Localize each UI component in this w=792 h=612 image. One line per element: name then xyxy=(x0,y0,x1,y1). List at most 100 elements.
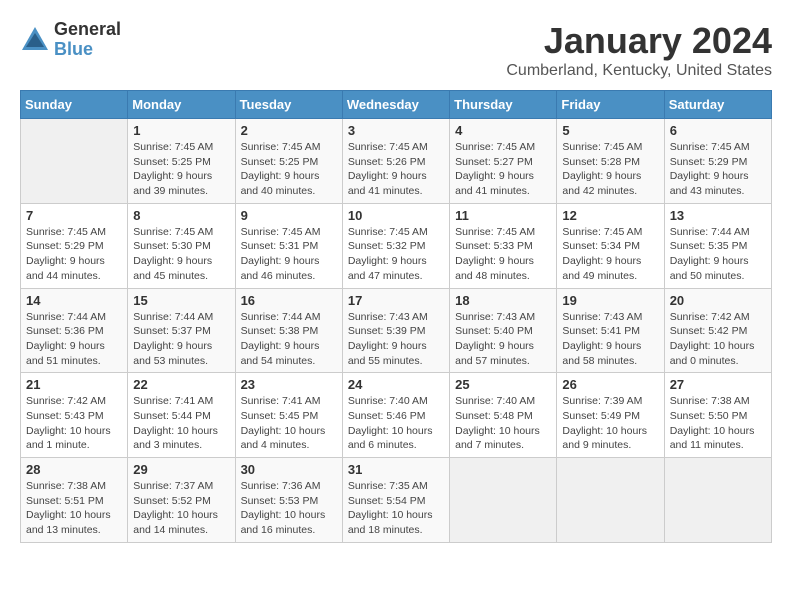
day-info: Sunrise: 7:43 AMSunset: 5:40 PMDaylight:… xyxy=(455,310,551,369)
calendar-cell xyxy=(557,458,664,543)
day-info: Sunrise: 7:45 AMSunset: 5:25 PMDaylight:… xyxy=(133,140,229,199)
day-number: 5 xyxy=(562,123,658,138)
day-number: 30 xyxy=(241,462,337,477)
weekday-header-sunday: Sunday xyxy=(21,91,128,119)
calendar-cell: 12 Sunrise: 7:45 AMSunset: 5:34 PMDayligh… xyxy=(557,203,664,288)
day-number: 14 xyxy=(26,293,122,308)
calendar-week-4: 21 Sunrise: 7:42 AMSunset: 5:43 PMDayligh… xyxy=(21,373,772,458)
calendar-week-1: 1 Sunrise: 7:45 AMSunset: 5:25 PMDaylight… xyxy=(21,119,772,204)
day-info: Sunrise: 7:35 AMSunset: 5:54 PMDaylight:… xyxy=(348,479,444,538)
day-number: 31 xyxy=(348,462,444,477)
calendar-cell: 8Sunrise: 7:45 AMSunset: 5:30 PMDaylight… xyxy=(128,203,235,288)
calendar-cell: 6 Sunrise: 7:45 AMSunset: 5:29 PMDaylight… xyxy=(664,119,771,204)
day-info: Sunrise: 7:41 AMSunset: 5:45 PMDaylight:… xyxy=(241,394,337,453)
calendar-cell: 21 Sunrise: 7:42 AMSunset: 5:43 PMDayligh… xyxy=(21,373,128,458)
weekday-header-friday: Friday xyxy=(557,91,664,119)
calendar-cell: 16Sunrise: 7:44 AMSunset: 5:38 PMDayligh… xyxy=(235,288,342,373)
main-title: January 2024 xyxy=(506,20,772,62)
calendar-cell: 29 Sunrise: 7:37 AMSunset: 5:52 PMDayligh… xyxy=(128,458,235,543)
weekday-header-wednesday: Wednesday xyxy=(342,91,449,119)
day-info: Sunrise: 7:41 AMSunset: 5:44 PMDaylight:… xyxy=(133,394,229,453)
weekday-header-thursday: Thursday xyxy=(450,91,557,119)
day-number: 4 xyxy=(455,123,551,138)
day-number: 7 xyxy=(26,208,122,223)
day-number: 6 xyxy=(670,123,766,138)
calendar-cell xyxy=(21,119,128,204)
calendar-cell: 5Sunrise: 7:45 AMSunset: 5:28 PMDaylight… xyxy=(557,119,664,204)
weekday-header-monday: Monday xyxy=(128,91,235,119)
calendar-cell: 4 Sunrise: 7:45 AMSunset: 5:27 PMDaylight… xyxy=(450,119,557,204)
day-info: Sunrise: 7:43 AMSunset: 5:41 PMDaylight:… xyxy=(562,310,658,369)
calendar-cell: 3Sunrise: 7:45 AMSunset: 5:26 PMDaylight… xyxy=(342,119,449,204)
day-number: 28 xyxy=(26,462,122,477)
day-info: Sunrise: 7:37 AMSunset: 5:52 PMDaylight:… xyxy=(133,479,229,538)
calendar-cell: 1 Sunrise: 7:45 AMSunset: 5:25 PMDaylight… xyxy=(128,119,235,204)
calendar-cell: 14 Sunrise: 7:44 AMSunset: 5:36 PMDayligh… xyxy=(21,288,128,373)
title-block: January 2024 Cumberland, Kentucky, Unite… xyxy=(506,20,772,80)
day-number: 25 xyxy=(455,377,551,392)
day-info: Sunrise: 7:45 AMSunset: 5:32 PMDaylight:… xyxy=(348,225,444,284)
day-number: 9 xyxy=(241,208,337,223)
day-info: Sunrise: 7:42 AMSunset: 5:43 PMDaylight:… xyxy=(26,394,122,453)
calendar-cell: 10 Sunrise: 7:45 AMSunset: 5:32 PMDayligh… xyxy=(342,203,449,288)
day-info: Sunrise: 7:44 AMSunset: 5:36 PMDaylight:… xyxy=(26,310,122,369)
calendar-cell: 30 Sunrise: 7:36 AMSunset: 5:53 PMDayligh… xyxy=(235,458,342,543)
calendar-cell: 28 Sunrise: 7:38 AMSunset: 5:51 PMDayligh… xyxy=(21,458,128,543)
day-number: 29 xyxy=(133,462,229,477)
calendar-cell: 11Sunrise: 7:45 AMSunset: 5:33 PMDayligh… xyxy=(450,203,557,288)
logo-blue-text: Blue xyxy=(54,40,121,60)
day-number: 21 xyxy=(26,377,122,392)
day-number: 3 xyxy=(348,123,444,138)
day-number: 16 xyxy=(241,293,337,308)
day-number: 12 xyxy=(562,208,658,223)
day-info: Sunrise: 7:45 AMSunset: 5:29 PMDaylight:… xyxy=(670,140,766,199)
calendar-cell: 23 Sunrise: 7:41 AMSunset: 5:45 PMDayligh… xyxy=(235,373,342,458)
calendar-week-5: 28 Sunrise: 7:38 AMSunset: 5:51 PMDayligh… xyxy=(21,458,772,543)
day-number: 10 xyxy=(348,208,444,223)
calendar-cell xyxy=(664,458,771,543)
day-number: 22 xyxy=(133,377,229,392)
day-info: Sunrise: 7:44 AMSunset: 5:35 PMDaylight:… xyxy=(670,225,766,284)
weekday-header-tuesday: Tuesday xyxy=(235,91,342,119)
day-info: Sunrise: 7:36 AMSunset: 5:53 PMDaylight:… xyxy=(241,479,337,538)
day-number: 8 xyxy=(133,208,229,223)
day-number: 26 xyxy=(562,377,658,392)
calendar-cell: 25 Sunrise: 7:40 AMSunset: 5:48 PMDayligh… xyxy=(450,373,557,458)
calendar-week-3: 14 Sunrise: 7:44 AMSunset: 5:36 PMDayligh… xyxy=(21,288,772,373)
day-number: 17 xyxy=(348,293,444,308)
day-number: 27 xyxy=(670,377,766,392)
calendar-cell: 20Sunrise: 7:42 AMSunset: 5:42 PMDayligh… xyxy=(664,288,771,373)
day-info: Sunrise: 7:45 AMSunset: 5:29 PMDaylight:… xyxy=(26,225,122,284)
day-number: 15 xyxy=(133,293,229,308)
logo-icon xyxy=(20,25,50,55)
day-number: 1 xyxy=(133,123,229,138)
calendar-cell: 9Sunrise: 7:45 AMSunset: 5:31 PMDaylight… xyxy=(235,203,342,288)
calendar-header: SundayMondayTuesdayWednesdayThursdayFrid… xyxy=(21,91,772,119)
day-info: Sunrise: 7:38 AMSunset: 5:51 PMDaylight:… xyxy=(26,479,122,538)
calendar-cell: 19 Sunrise: 7:43 AMSunset: 5:41 PMDayligh… xyxy=(557,288,664,373)
day-info: Sunrise: 7:39 AMSunset: 5:49 PMDaylight:… xyxy=(562,394,658,453)
day-info: Sunrise: 7:45 AMSunset: 5:27 PMDaylight:… xyxy=(455,140,551,199)
day-number: 20 xyxy=(670,293,766,308)
day-info: Sunrise: 7:45 AMSunset: 5:25 PMDaylight:… xyxy=(241,140,337,199)
calendar-cell: 17 Sunrise: 7:43 AMSunset: 5:39 PMDayligh… xyxy=(342,288,449,373)
calendar-cell: 18 Sunrise: 7:43 AMSunset: 5:40 PMDayligh… xyxy=(450,288,557,373)
calendar-cell: 22 Sunrise: 7:41 AMSunset: 5:44 PMDayligh… xyxy=(128,373,235,458)
day-info: Sunrise: 7:45 AMSunset: 5:34 PMDaylight:… xyxy=(562,225,658,284)
day-info: Sunrise: 7:38 AMSunset: 5:50 PMDaylight:… xyxy=(670,394,766,453)
day-number: 2 xyxy=(241,123,337,138)
calendar-cell xyxy=(450,458,557,543)
day-info: Sunrise: 7:40 AMSunset: 5:48 PMDaylight:… xyxy=(455,394,551,453)
page-header: General Blue January 2024 Cumberland, Ke… xyxy=(20,20,772,80)
day-number: 19 xyxy=(562,293,658,308)
day-number: 23 xyxy=(241,377,337,392)
weekday-header-row: SundayMondayTuesdayWednesdayThursdayFrid… xyxy=(21,91,772,119)
day-number: 18 xyxy=(455,293,551,308)
calendar-cell: 31 Sunrise: 7:35 AMSunset: 5:54 PMDayligh… xyxy=(342,458,449,543)
calendar-cell: 27 Sunrise: 7:38 AMSunset: 5:50 PMDayligh… xyxy=(664,373,771,458)
day-info: Sunrise: 7:43 AMSunset: 5:39 PMDaylight:… xyxy=(348,310,444,369)
calendar-cell: 15Sunrise: 7:44 AMSunset: 5:37 PMDayligh… xyxy=(128,288,235,373)
weekday-header-saturday: Saturday xyxy=(664,91,771,119)
day-number: 13 xyxy=(670,208,766,223)
logo-text: General Blue xyxy=(54,20,121,60)
